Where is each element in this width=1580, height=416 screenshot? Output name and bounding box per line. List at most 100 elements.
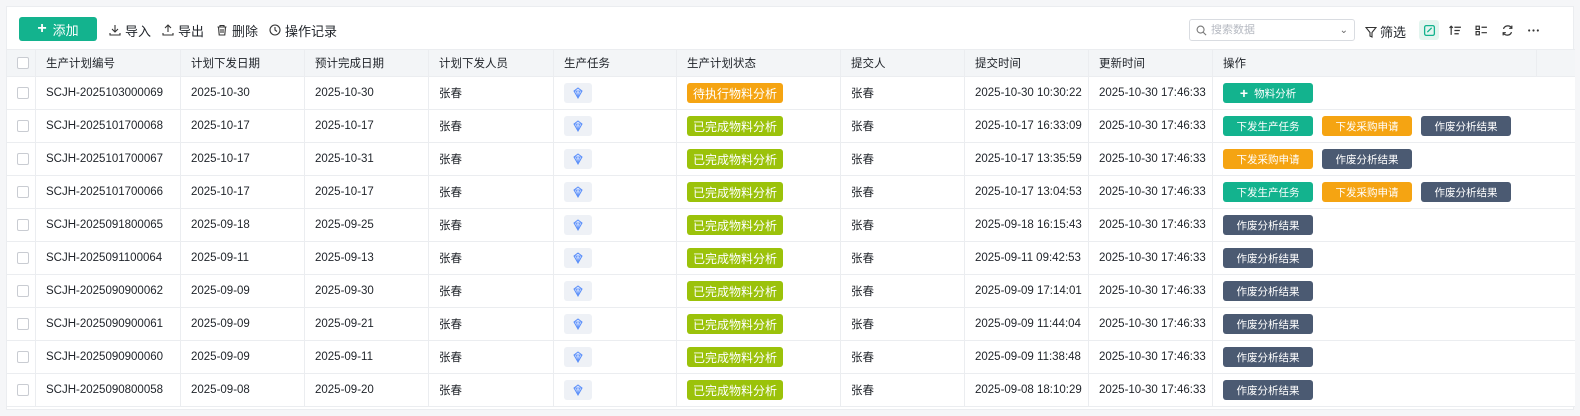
action-button[interactable]: 作废分析结果 (1223, 347, 1313, 367)
action-button[interactable]: 下发采购申请 (1322, 182, 1412, 202)
production-task-icon[interactable] (564, 281, 592, 301)
cell-due-date: 2025-09-13 (305, 242, 429, 274)
cell-status: 已完成物料分析 (677, 275, 841, 307)
table-row[interactable]: SCJH-2025090900062 2025-09-09 2025-09-30 张春… (7, 275, 1575, 308)
column-header-due-date: 预计完成日期 (305, 50, 429, 76)
column-header-issuer: 计划下发人员 (429, 50, 554, 76)
table-row[interactable]: SCJH-2025090800058 2025-09-08 2025-09-20 张春… (7, 374, 1575, 407)
cell-status: 已完成物料分析 (677, 176, 841, 208)
row-checkbox[interactable] (17, 351, 29, 363)
submitter-text: 张春 (851, 154, 874, 166)
production-task-icon[interactable] (564, 248, 592, 268)
row-checkbox[interactable] (17, 318, 29, 330)
action-button[interactable]: 作废分析结果 (1421, 116, 1511, 136)
table-row[interactable]: SCJH-2025090900060 2025-09-09 2025-09-11 张春… (7, 341, 1575, 374)
row-checkbox[interactable] (17, 120, 29, 132)
cell-select (7, 176, 36, 208)
code-text: SCJH-2025090900060 (46, 351, 164, 363)
cell-task (554, 242, 677, 274)
table-row[interactable]: SCJH-2025091100064 2025-09-11 2025-09-13 张春… (7, 242, 1575, 275)
action-button-label: 作废分析结果 (1434, 186, 1498, 199)
history-button[interactable]: 操作记录 (269, 21, 337, 39)
columns-icon[interactable] (1471, 20, 1491, 40)
row-checkbox[interactable] (17, 252, 29, 264)
table-row[interactable]: SCJH-2025101700066 2025-10-17 2025-10-17 张春… (7, 176, 1575, 209)
production-task-icon[interactable] (564, 314, 592, 334)
update-time-text: 2025-10-30 17:46:33 (1099, 384, 1206, 396)
code-text: SCJH-2025101700067 (46, 153, 164, 165)
due-date-text: 2025-09-30 (315, 285, 374, 297)
issue-date-text: 2025-09-11 (191, 252, 249, 264)
cell-task (554, 110, 677, 142)
plus-icon: + (1239, 85, 1249, 101)
action-button[interactable]: 下发采购申请 (1223, 149, 1313, 169)
search-box[interactable]: ⌄ (1189, 19, 1355, 41)
cell-task (554, 209, 677, 241)
action-button[interactable]: 作废分析结果 (1223, 281, 1313, 301)
due-date-text: 2025-10-17 (315, 186, 374, 198)
due-date-text: 2025-10-17 (315, 120, 374, 132)
cell-actions: 作废分析结果 (1213, 341, 1537, 373)
column-header-code: 生产计划编号 (36, 50, 181, 76)
cell-actions: 作废分析结果 (1213, 374, 1537, 406)
table-row[interactable]: SCJH-2025101700068 2025-10-17 2025-10-17 张春… (7, 110, 1575, 143)
production-task-icon[interactable] (564, 83, 592, 103)
search-input[interactable] (1211, 24, 1331, 36)
filter-icon (1365, 26, 1377, 38)
table-row[interactable]: SCJH-2025090900061 2025-09-09 2025-09-21 张春… (7, 308, 1575, 341)
action-button[interactable]: 作废分析结果 (1421, 182, 1511, 202)
action-button[interactable]: 作废分析结果 (1223, 215, 1313, 235)
issue-date-text: 2025-09-09 (191, 351, 250, 363)
action-button[interactable]: 下发生产任务 (1223, 116, 1313, 136)
production-task-icon[interactable] (564, 380, 592, 400)
row-checkbox[interactable] (17, 219, 29, 231)
card-view-icon[interactable] (1419, 20, 1439, 40)
cell-status: 已完成物料分析 (677, 209, 841, 241)
filter-label: 筛选 (1380, 25, 1407, 40)
cell-actions: 作废分析结果 (1213, 308, 1537, 340)
delete-button[interactable]: 删除 (216, 21, 258, 39)
production-task-icon[interactable] (564, 215, 592, 235)
production-task-icon[interactable] (564, 149, 592, 169)
cell-select (7, 275, 36, 307)
more-icon[interactable] (1523, 20, 1543, 40)
refresh-icon[interactable] (1497, 20, 1517, 40)
table-row[interactable]: SCJH-2025101700067 2025-10-17 2025-10-31 张春… (7, 143, 1575, 176)
row-checkbox[interactable] (17, 186, 29, 198)
export-button[interactable]: 导出 (162, 21, 204, 39)
action-button[interactable]: 作废分析结果 (1223, 314, 1313, 334)
action-button[interactable]: + 物料分析 (1223, 83, 1313, 103)
cell-update-time: 2025-10-30 17:46:33 (1089, 308, 1213, 340)
cell-status: 已完成物料分析 (677, 242, 841, 274)
cell-actions: 下发采购申请 作废分析结果 (1213, 143, 1537, 175)
table-row[interactable]: SCJH-2025103000069 2025-10-30 2025-10-30 张春… (7, 77, 1575, 110)
row-checkbox[interactable] (17, 384, 29, 396)
row-checkbox[interactable] (17, 87, 29, 99)
chevron-down-icon[interactable]: ⌄ (1340, 25, 1348, 36)
action-button[interactable]: 作废分析结果 (1322, 149, 1412, 169)
action-button-label: 作废分析结果 (1236, 318, 1300, 331)
cell-submitter: 张春 (841, 176, 965, 208)
production-task-icon[interactable] (564, 182, 592, 202)
cell-status: 待执行物料分析 (677, 77, 841, 109)
row-checkbox[interactable] (17, 285, 29, 297)
sort-icon[interactable] (1445, 20, 1465, 40)
filter-button[interactable]: 筛选 (1365, 22, 1406, 41)
action-button[interactable]: 作废分析结果 (1223, 380, 1313, 400)
status-badge: 已完成物料分析 (687, 314, 784, 334)
action-button-label: 作废分析结果 (1236, 219, 1300, 232)
import-button[interactable]: 导入 (109, 21, 151, 39)
cell-submit-time: 2025-09-08 18:10:29 (965, 374, 1089, 406)
action-button[interactable]: 下发生产任务 (1223, 182, 1313, 202)
cell-update-time: 2025-10-30 17:46:33 (1089, 275, 1213, 307)
action-button[interactable]: 作废分析结果 (1223, 248, 1313, 268)
cell-submit-time: 2025-09-09 11:38:48 (965, 341, 1089, 373)
row-checkbox[interactable] (17, 153, 29, 165)
action-button[interactable]: 下发采购申请 (1322, 116, 1412, 136)
select-all-checkbox[interactable] (17, 57, 29, 69)
cell-update-time: 2025-10-30 17:46:33 (1089, 341, 1213, 373)
production-task-icon[interactable] (564, 116, 592, 136)
table-row[interactable]: SCJH-2025091800065 2025-09-18 2025-09-25 张春… (7, 209, 1575, 242)
production-task-icon[interactable] (564, 347, 592, 367)
add-button[interactable]: + 添加 (19, 17, 97, 41)
